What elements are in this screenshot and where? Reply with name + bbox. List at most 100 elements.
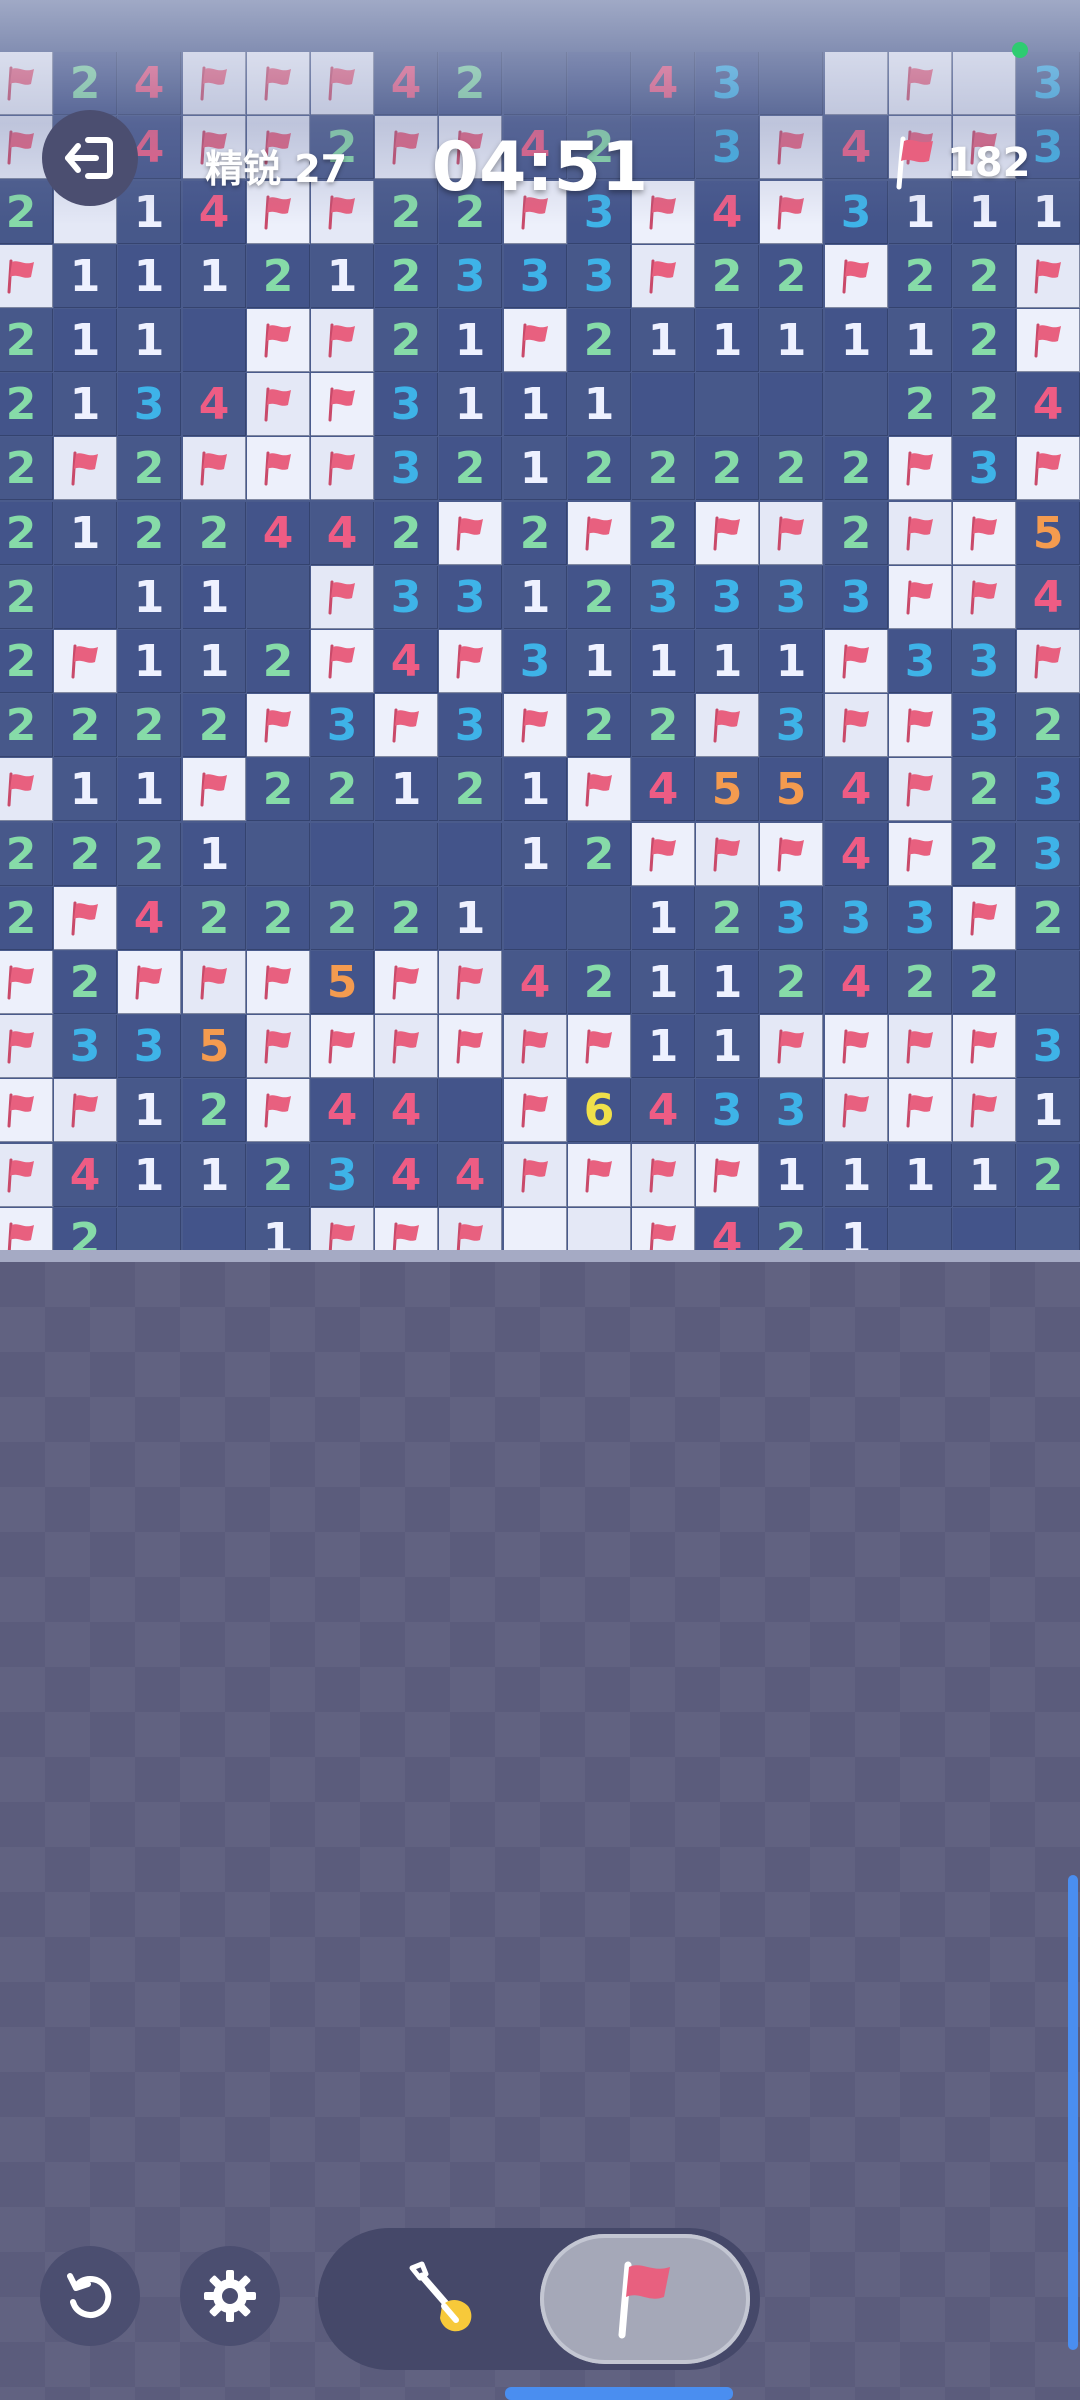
flagged-cell[interactable] <box>632 1144 695 1207</box>
number-cell[interactable]: 3 <box>439 566 502 629</box>
flagged-cell[interactable] <box>439 502 502 565</box>
flagged-cell[interactable] <box>953 566 1016 629</box>
number-cell[interactable]: 4 <box>247 502 310 565</box>
number-cell[interactable]: 2 <box>439 758 502 821</box>
number-cell[interactable]: 2 <box>311 887 374 950</box>
number-cell[interactable]: 2 <box>825 437 888 500</box>
number-cell[interactable]: 1 <box>953 1144 1016 1207</box>
number-cell[interactable]: 2 <box>118 502 181 565</box>
flagged-cell[interactable] <box>696 694 759 757</box>
flagged-cell[interactable] <box>247 1015 310 1078</box>
flagged-cell[interactable] <box>696 502 759 565</box>
number-cell[interactable]: 3 <box>504 245 567 308</box>
empty-cell[interactable] <box>504 52 567 115</box>
number-cell[interactable]: 4 <box>632 52 695 115</box>
number-cell[interactable]: 2 <box>183 694 246 757</box>
mode-switch[interactable] <box>318 2228 760 2370</box>
number-cell[interactable]: 3 <box>953 437 1016 500</box>
number-cell[interactable]: 4 <box>1017 566 1080 629</box>
number-cell[interactable]: 2 <box>696 245 759 308</box>
number-cell[interactable]: 4 <box>118 52 181 115</box>
number-cell[interactable]: 2 <box>953 951 1016 1014</box>
number-cell[interactable]: 3 <box>696 566 759 629</box>
flagged-cell[interactable] <box>247 373 310 436</box>
empty-cell[interactable] <box>568 52 631 115</box>
empty-cell[interactable] <box>632 373 695 436</box>
flagged-cell[interactable] <box>247 1079 310 1142</box>
number-cell[interactable]: 2 <box>760 437 823 500</box>
number-cell[interactable]: 1 <box>889 1144 952 1207</box>
number-cell[interactable]: 1 <box>632 1015 695 1078</box>
flagged-cell[interactable] <box>953 887 1016 950</box>
number-cell[interactable]: 4 <box>504 951 567 1014</box>
flagged-cell[interactable] <box>632 823 695 886</box>
number-cell[interactable]: 1 <box>54 502 117 565</box>
number-cell[interactable]: 3 <box>889 887 952 950</box>
number-cell[interactable]: 1 <box>568 373 631 436</box>
number-cell[interactable]: 2 <box>889 373 952 436</box>
number-cell[interactable]: 2 <box>247 245 310 308</box>
number-cell[interactable]: 2 <box>0 823 53 886</box>
number-cell[interactable]: 2 <box>760 245 823 308</box>
number-cell[interactable]: 4 <box>54 1144 117 1207</box>
number-cell[interactable]: 2 <box>183 1079 246 1142</box>
number-cell[interactable]: 2 <box>118 694 181 757</box>
number-cell[interactable]: 1 <box>118 758 181 821</box>
number-cell[interactable]: 2 <box>375 309 438 372</box>
number-cell[interactable]: 1 <box>760 630 823 693</box>
flagged-cell[interactable] <box>568 1015 631 1078</box>
number-cell[interactable]: 1 <box>504 823 567 886</box>
number-cell[interactable]: 1 <box>760 309 823 372</box>
number-cell[interactable]: 4 <box>1017 373 1080 436</box>
number-cell[interactable]: 3 <box>439 694 502 757</box>
flagged-cell[interactable] <box>825 245 888 308</box>
undo-button[interactable] <box>40 2246 140 2346</box>
empty-cell[interactable] <box>439 823 502 886</box>
number-cell[interactable]: 3 <box>760 566 823 629</box>
flagged-cell[interactable] <box>504 1015 567 1078</box>
empty-cell[interactable] <box>247 823 310 886</box>
number-cell[interactable]: 4 <box>825 758 888 821</box>
number-cell[interactable]: 3 <box>375 566 438 629</box>
number-cell[interactable]: 2 <box>953 245 1016 308</box>
flagged-cell[interactable] <box>54 887 117 950</box>
number-cell[interactable]: 4 <box>183 373 246 436</box>
number-cell[interactable]: 4 <box>375 1144 438 1207</box>
number-cell[interactable]: 1 <box>118 309 181 372</box>
number-cell[interactable]: 3 <box>375 437 438 500</box>
number-cell[interactable]: 2 <box>375 245 438 308</box>
number-cell[interactable]: 2 <box>0 373 53 436</box>
number-cell[interactable]: 2 <box>54 52 117 115</box>
flagged-cell[interactable] <box>247 437 310 500</box>
number-cell[interactable]: 2 <box>760 951 823 1014</box>
number-cell[interactable]: 1 <box>118 1144 181 1207</box>
flag-mode-button[interactable] <box>540 2234 750 2364</box>
empty-cell[interactable] <box>760 52 823 115</box>
number-cell[interactable]: 1 <box>825 1144 888 1207</box>
empty-cell[interactable] <box>568 887 631 950</box>
number-cell[interactable]: 2 <box>1017 887 1080 950</box>
number-cell[interactable]: 6 <box>568 1079 631 1142</box>
number-cell[interactable]: 1 <box>504 373 567 436</box>
vertical-scrollbar[interactable] <box>1068 1875 1078 2350</box>
empty-cell[interactable] <box>183 309 246 372</box>
number-cell[interactable]: 4 <box>375 52 438 115</box>
number-cell[interactable]: 2 <box>247 1144 310 1207</box>
number-cell[interactable]: 1 <box>183 566 246 629</box>
flagged-cell[interactable] <box>889 502 952 565</box>
flagged-cell[interactable] <box>568 502 631 565</box>
number-cell[interactable]: 3 <box>953 694 1016 757</box>
number-cell[interactable]: 2 <box>247 887 310 950</box>
flagged-cell[interactable] <box>889 823 952 886</box>
flagged-cell[interactable] <box>889 758 952 821</box>
number-cell[interactable]: 4 <box>375 630 438 693</box>
number-cell[interactable]: 4 <box>311 1079 374 1142</box>
flagged-cell[interactable] <box>696 1144 759 1207</box>
number-cell[interactable]: 2 <box>953 758 1016 821</box>
number-cell[interactable]: 1 <box>760 1144 823 1207</box>
empty-cell[interactable] <box>311 823 374 886</box>
flagged-cell[interactable] <box>311 566 374 629</box>
empty-cell[interactable] <box>247 566 310 629</box>
flagged-cell[interactable] <box>247 309 310 372</box>
flagged-cell[interactable] <box>0 1079 53 1142</box>
